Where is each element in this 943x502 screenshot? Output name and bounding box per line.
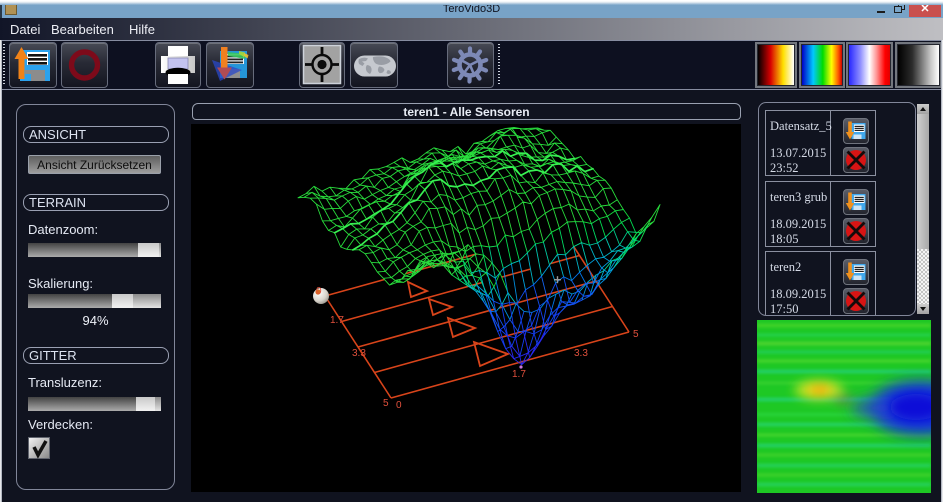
svg-text:1.7: 1.7	[512, 369, 526, 380]
svg-text:5: 5	[383, 398, 389, 409]
svg-text:1.7: 1.7	[330, 315, 344, 326]
svg-text:0: 0	[316, 286, 322, 297]
svg-text:3.3: 3.3	[574, 348, 588, 359]
svg-text:5: 5	[633, 329, 639, 340]
svg-text:3.3: 3.3	[352, 348, 366, 359]
svg-text:0: 0	[396, 400, 402, 411]
